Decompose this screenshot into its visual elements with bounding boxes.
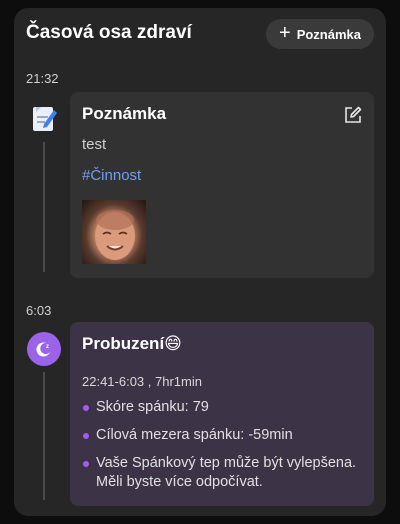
plus-icon: + (279, 22, 291, 44)
note-tag-link[interactable]: #Činnost (82, 167, 141, 184)
page-title: Časová osa zdraví (26, 22, 192, 43)
timeline-rail (43, 142, 45, 272)
health-timeline-panel: Časová osa zdraví + Poznámka 21:32 Pozná… (14, 8, 386, 516)
note-title: Poznámka (82, 104, 167, 123)
timeline-rail (43, 372, 45, 500)
entry-time: 6:03 (26, 303, 52, 318)
note-text: test (82, 136, 107, 153)
add-note-button[interactable]: + Poznámka (266, 19, 374, 49)
sleep-range: 22:41-6:03 , 7hr1min (82, 374, 202, 389)
list-item: Skóre spánku: 79 (82, 398, 368, 417)
note-icon (33, 107, 57, 131)
wake-title: Probuzení😄 (82, 334, 182, 353)
sleep-details-list: Skóre spánku: 79 Cílová mezera spánku: -… (82, 398, 368, 501)
list-item: Vaše Spánkový tep může být vylepšena. Mě… (82, 454, 368, 492)
note-photo-thumbnail[interactable] (82, 200, 146, 264)
sleep-moon-icon: z (27, 332, 61, 366)
note-card[interactable]: Poznámka test #Činnost (70, 92, 374, 278)
list-item: Cílová mezera spánku: -59min (82, 426, 368, 445)
wake-up-card[interactable]: Probuzení😄 22:41-6:03 , 7hr1min Skóre sp… (70, 322, 374, 506)
add-note-label: Poznámka (296, 26, 361, 42)
edit-icon[interactable] (344, 106, 362, 124)
entry-time: 21:32 (26, 71, 59, 86)
svg-text:z: z (46, 344, 49, 350)
